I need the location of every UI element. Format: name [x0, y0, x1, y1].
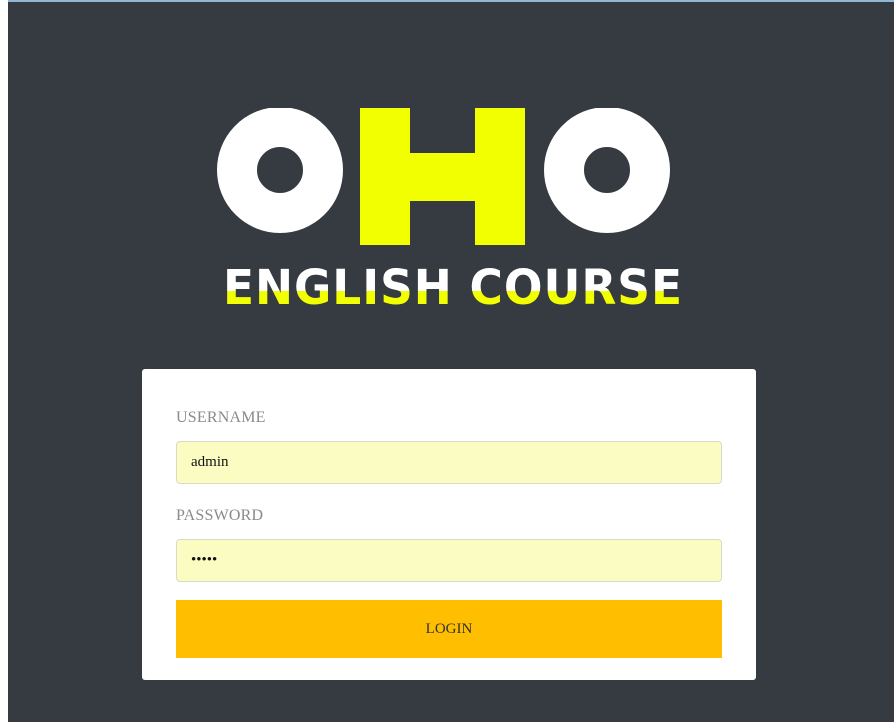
oho-logo: ENGLISH COURSE ENGLISH COURSE — [213, 108, 693, 318]
password-input[interactable] — [176, 539, 722, 582]
username-input[interactable] — [176, 441, 722, 484]
password-label: PASSWORD — [176, 507, 264, 524]
username-label: USERNAME — [176, 409, 266, 426]
login-button[interactable]: LOGIN — [176, 600, 722, 658]
page-background: ENGLISH COURSE ENGLISH COURSE USERNAME P… — [8, 0, 894, 722]
login-card: USERNAME PASSWORD LOGIN — [142, 369, 756, 680]
